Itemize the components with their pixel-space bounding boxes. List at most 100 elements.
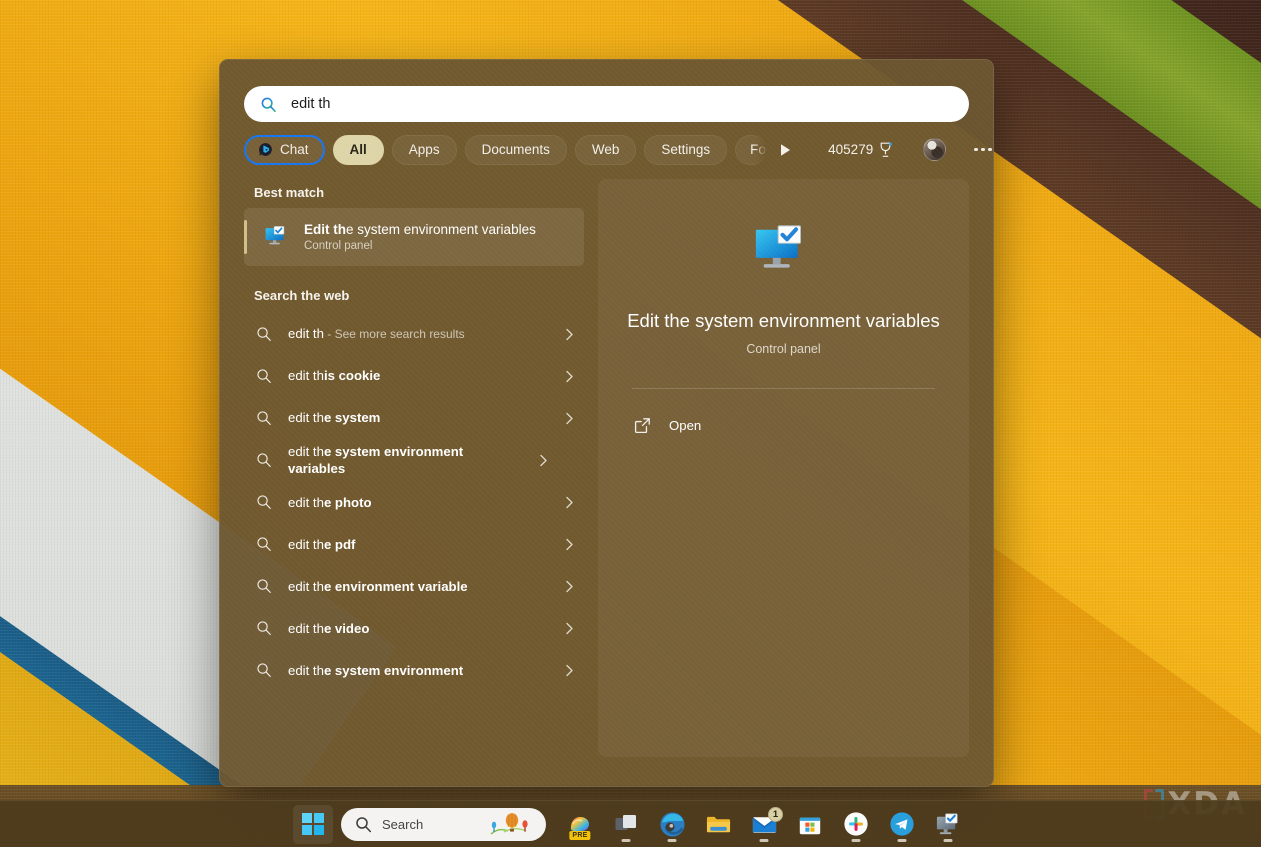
mail-badge-count: 1 [768,806,783,822]
search-icon [356,816,372,832]
overflow-menu-button[interactable] [974,147,992,152]
taskbar-item-copilot[interactable]: PRE [560,805,600,844]
best-match-title: Edit the system environment variables [304,222,536,239]
search-icon [257,537,271,552]
web-result-label-2: edit the system [288,410,381,426]
taskbar-item-file-explorer[interactable] [698,805,738,844]
filter-tab-documents[interactable]: Documents [464,134,567,165]
web-result-item-8[interactable]: edit the system environment [244,649,584,691]
filter-tab-web[interactable]: Web [574,134,637,165]
running-indicator [621,838,631,842]
play-arrow-icon [781,143,791,156]
edge-icon [659,811,685,837]
telegram-icon [890,812,914,836]
search-box-row: edit th [220,60,993,122]
web-result-item-1[interactable]: edit this cookie [244,355,584,397]
taskbar-search-box[interactable]: Search [341,807,546,841]
open-external-icon [634,418,650,434]
filter-chat-button[interactable]: Chat [244,134,325,165]
taskbar-item-system-properties[interactable] [928,805,968,844]
search-results-left-column: Best match Edit the system environment v… [244,179,584,781]
search-input-value: edit th [291,96,331,112]
preview-actions: Open [626,409,941,442]
taskbar-item-microsoft-store[interactable] [790,805,830,844]
web-result-label-5: edit the pdf [288,536,356,552]
web-result-item-3[interactable]: edit the system environment variables [244,439,584,481]
system-properties-icon [755,225,801,268]
best-match-heading: Best match [254,185,325,200]
web-result-item-4[interactable]: edit the photo [244,481,584,523]
system-properties-icon [265,226,285,245]
running-indicator [943,838,953,842]
filter-tab-apps[interactable]: Apps [391,134,457,165]
preview-card: Edit the system environment variables Co… [598,179,969,757]
web-result-item-5[interactable]: edit the pdf [244,523,584,565]
preview-subtitle: Control panel [746,342,821,356]
chevron-right-icon [566,412,573,424]
search-the-web-heading: Search the web [254,288,350,303]
windows-logo-icon [302,813,324,835]
taskbar: Search PRE 1 [0,800,1261,847]
hot-air-balloon-icon [490,813,528,835]
taskbar-item-slack[interactable] [836,805,876,844]
chevron-right-icon [566,370,573,382]
trophy-icon [880,142,893,157]
web-result-label-1: edit this cookie [288,368,381,384]
filter-tab-apps-label: Apps [408,142,440,157]
filter-tab-all[interactable]: All [332,134,384,165]
filter-chat-label: Chat [280,142,309,157]
windows-search-flyout: edit th Chat All Apps Documents Web Sett… [219,59,994,787]
slack-icon [844,812,868,836]
chevron-right-icon [566,664,573,676]
search-icon [257,453,271,468]
open-action-button[interactable]: Open [626,409,941,442]
search-filter-bar: Chat All Apps Documents Web Settings Fol… [220,122,993,165]
taskbar-item-telegram[interactable] [882,805,922,844]
running-indicator [667,838,677,842]
web-result-label-8: edit the system environment [288,662,464,678]
filter-tab-folders[interactable]: Folde [735,134,768,165]
web-result-item-2[interactable]: edit the system [244,397,584,439]
search-icon [257,411,271,425]
taskbar-search-placeholder: Search [382,816,424,832]
chevron-right-icon [566,328,573,340]
search-icon [257,621,271,636]
taskbar-item-mail[interactable]: 1 [744,805,784,844]
running-indicator [759,838,769,842]
web-result-item-6[interactable]: edit the environment variable [244,565,584,607]
best-match-text: Edit the system environment variables Co… [304,222,536,253]
rewards-points-value: 405279 [828,142,874,157]
chevron-right-icon [566,538,573,550]
web-results-list: edit th - See more search results edit t… [244,313,584,691]
filter-tab-all-label: All [349,142,367,157]
search-icon [257,495,271,510]
ellipsis-icon [974,147,978,152]
best-match-result[interactable]: Edit the system environment variables Co… [244,208,584,266]
web-result-item-7[interactable]: edit the video [244,607,584,649]
task-view-icon [615,815,636,830]
web-result-label-0: edit th - See more search results [288,326,465,342]
running-indicator [851,838,861,842]
web-result-item-0[interactable]: edit th - See more search results [244,313,584,355]
best-match-title-bold: Edit th [304,221,346,237]
preview-title: Edit the system environment variables [627,310,940,331]
filter-tab-settings[interactable]: Settings [644,134,728,165]
web-result-label-6: edit the environment variable [288,578,468,594]
start-button[interactable] [293,804,333,844]
chevron-right-icon [540,454,547,466]
rewards-points[interactable]: 405279 [828,142,893,158]
taskbar-items: Search PRE 1 [293,804,968,844]
open-action-label: Open [669,418,702,433]
search-icon [257,327,271,341]
filter-next-button[interactable] [779,137,792,163]
search-results-body: Best match Edit the system environment v… [220,165,993,781]
search-icon [257,369,271,383]
filter-tab-settings-label: Settings [661,142,711,157]
search-input[interactable]: edit th [244,86,969,122]
best-match-title-rest: e system environment variables [346,221,536,237]
taskbar-item-edge[interactable] [652,805,692,844]
taskbar-item-task-view[interactable] [606,805,646,844]
filter-tab-web-label: Web [591,142,620,157]
bing-chat-icon [259,143,272,156]
avatar[interactable] [923,138,947,161]
